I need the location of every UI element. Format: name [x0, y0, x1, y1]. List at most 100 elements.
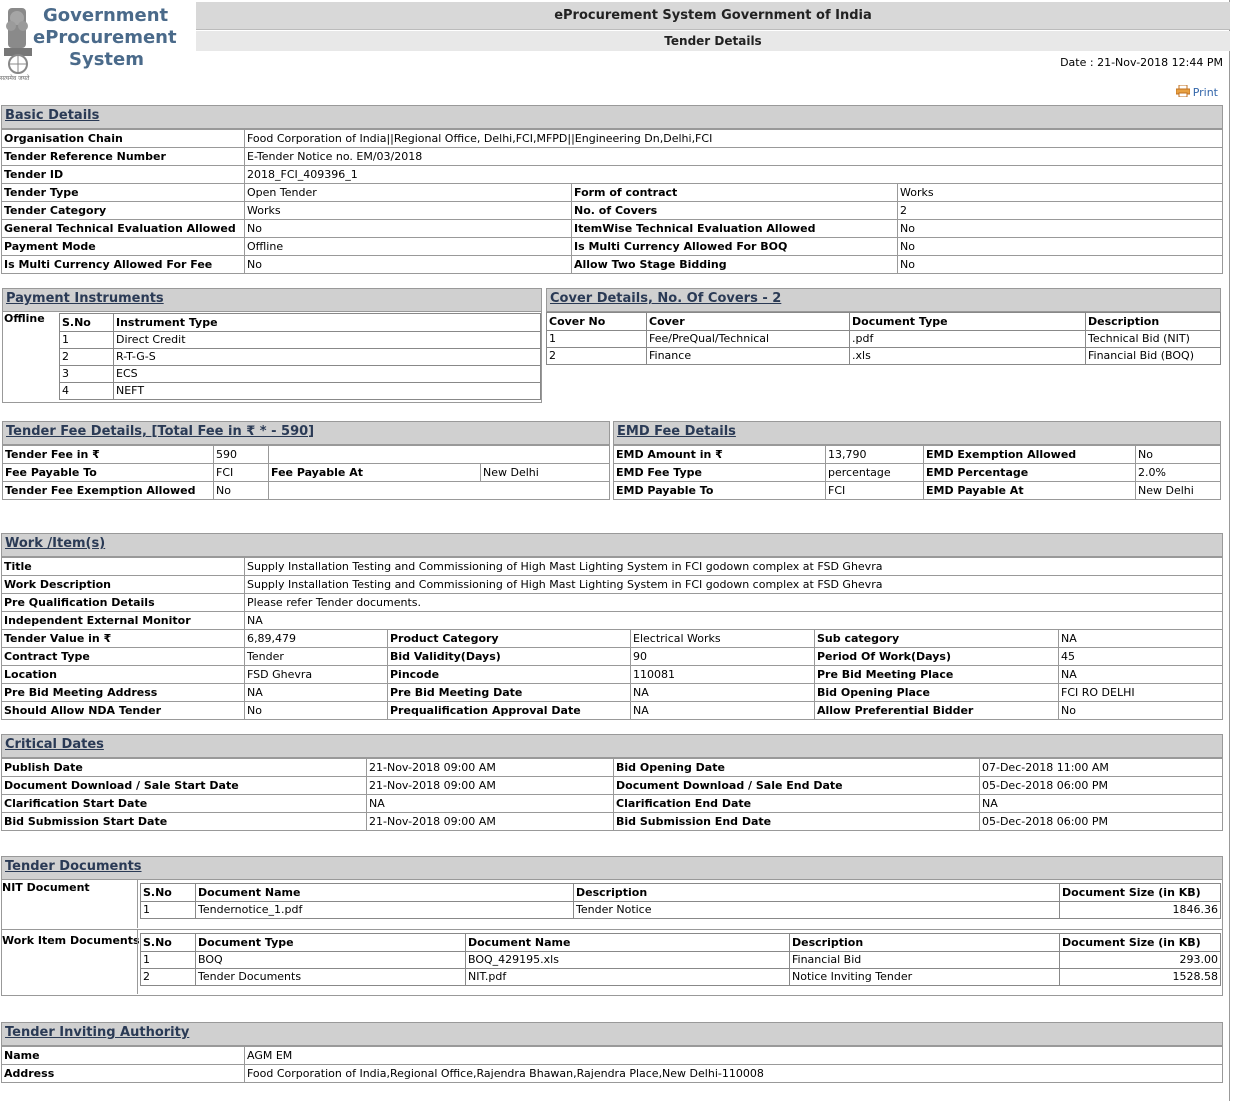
field-label: Pre Bid Meeting Place: [814, 665, 1059, 684]
table-row: Document Download / Sale Start Date 21-No…: [1, 776, 1223, 795]
table-row: 1 BOQ BOQ_429195.xls Financial Bid 293.00: [140, 951, 1221, 969]
field-label: Form of contract: [571, 183, 898, 202]
field-value: 07-Dec-2018 11:00 AM: [979, 758, 1223, 777]
field-value: NA: [630, 701, 815, 720]
field-value: No: [244, 701, 388, 720]
field-value: 21-Nov-2018 09:00 AM: [366, 812, 614, 831]
field-value: 590: [213, 445, 269, 464]
cover-details-section: Cover Details, No. Of Covers - 2 Cover N…: [546, 288, 1221, 365]
field-value: No: [244, 255, 572, 274]
nit-document-label: NIT Document: [2, 881, 90, 894]
field-label: Tender Fee in ₹: [2, 445, 214, 464]
critical-dates-table: Publish Date 21-Nov-2018 09:00 AM Bid Open…: [1, 758, 1223, 831]
column-header: Description: [789, 933, 1060, 952]
field-label: EMD Payable At: [923, 481, 1136, 500]
cell: Technical Bid (NIT): [1085, 330, 1221, 348]
field-label: Pre Bid Meeting Address: [1, 683, 245, 702]
work-item-document-table: S.No Document Type Document Name Descriptio…: [140, 933, 1221, 986]
cell: R-T-G-S: [113, 348, 541, 366]
cell: 2: [546, 347, 647, 365]
section-title-emd-fee: EMD Fee Details: [613, 421, 1221, 445]
field-value: 6,89,479: [244, 629, 388, 648]
print-button[interactable]: Print: [1175, 84, 1218, 100]
cell: Financial Bid: [789, 951, 1060, 969]
work-item-documents-block: Work Item Documents S.No Document Type Doc…: [1, 929, 1223, 996]
document-link[interactable]: Tendernotice_1.pdf: [195, 901, 574, 919]
field-label: Document Download / Sale End Date: [613, 776, 980, 795]
section-title-work-items: Work /Item(s): [1, 533, 1223, 557]
table-header-row: S.No Document Name Description Document Siz…: [140, 883, 1221, 902]
nit-document-table: S.No Document Name Description Document Siz…: [140, 883, 1221, 919]
instrument-table: S.No Instrument Type 1 Direct Credit 2 R-T-…: [59, 313, 541, 400]
tender-inviting-authority-section: Tender Inviting Authority Name AGM EM Add…: [1, 1022, 1223, 1083]
field-label: EMD Percentage: [923, 463, 1136, 482]
field-value: 05-Dec-2018 06:00 PM: [979, 812, 1223, 831]
column-header: Document Name: [195, 883, 574, 902]
column-header: S.No: [140, 933, 196, 952]
field-label: Publish Date: [1, 758, 367, 777]
empty-cell: [268, 481, 610, 500]
column-header: S.No: [59, 313, 114, 332]
field-label: Sub category: [814, 629, 1059, 648]
section-title-cover-details: Cover Details, No. Of Covers - 2: [546, 288, 1221, 312]
field-label: Payment Mode: [1, 237, 245, 256]
table-row: 2 R-T-G-S: [59, 348, 541, 366]
cell: Tender Notice: [573, 901, 1060, 919]
page-header-subtitle: Tender Details: [196, 31, 1230, 51]
section-title-payment-instruments: Payment Instruments: [3, 289, 541, 312]
emd-fee-table: EMD Amount in ₹13,790 EMD Exemption Allow…: [613, 445, 1221, 500]
table-row: 4 NEFT: [59, 382, 541, 400]
site-logo[interactable]: Government eProcurement System: [33, 5, 193, 71]
tender-documents-section: Tender Documents NIT Document S.No Docume…: [1, 856, 1223, 996]
table-row: Tender Fee in ₹590: [2, 445, 610, 464]
field-label: Pincode: [387, 665, 631, 684]
table-row: Location FSD Ghevra Pincode 110081 Pre Bid M…: [1, 665, 1223, 684]
field-value: 13,790: [825, 445, 924, 464]
field-label: General Technical Evaluation Allowed: [1, 219, 245, 238]
table-row: Independent External Monitor NA: [1, 611, 1223, 630]
field-label: Title: [1, 557, 245, 576]
field-value: NA: [244, 611, 1223, 630]
cell: 1: [59, 331, 114, 349]
field-value: FCI: [213, 463, 269, 482]
field-value: Please refer Tender documents.: [244, 593, 1223, 612]
table-row: Publish Date 21-Nov-2018 09:00 AM Bid Open…: [1, 758, 1223, 777]
cell: Finance: [646, 347, 850, 365]
logo-line-2: eProcurement: [33, 27, 177, 48]
emblem-caption: सत्यमेव जयते: [0, 75, 30, 82]
cell: BOQ: [195, 951, 466, 969]
basic-details-table: Organisation Chain Food Corporation of In…: [1, 129, 1223, 274]
cell: 1: [140, 901, 196, 919]
field-value: No: [897, 255, 1223, 274]
cell: 1846.36: [1059, 901, 1221, 919]
column-header: Document Type: [849, 312, 1086, 331]
field-value: 45: [1058, 647, 1223, 666]
field-label: EMD Exemption Allowed: [923, 445, 1136, 464]
basic-details-section: Basic Details Organisation Chain Food Cor…: [1, 105, 1223, 274]
field-label: Clarification Start Date: [1, 794, 367, 813]
field-label: Tender Category: [1, 201, 245, 220]
field-value: Offline: [244, 237, 572, 256]
document-link[interactable]: NIT.pdf: [465, 968, 790, 986]
table-row: 1 Tendernotice_1.pdf Tender Notice 1846.36: [140, 901, 1221, 919]
field-value: Supply Installation Testing and Commissi…: [244, 575, 1223, 594]
field-label: Tender Reference Number: [1, 147, 245, 166]
document-link[interactable]: BOQ_429195.xls: [465, 951, 790, 969]
field-label: EMD Fee Type: [613, 463, 826, 482]
section-title-critical-dates: Critical Dates: [1, 734, 1223, 758]
section-title-tender-documents: Tender Documents: [1, 856, 1223, 880]
nit-document-block: NIT Document S.No Document Name Descriptio…: [1, 880, 1223, 930]
table-row: Fee Payable To FCI Fee Payable At New Delhi: [2, 463, 610, 482]
cell: 1: [546, 330, 647, 348]
authority-table: Name AGM EM Address Food Corporation of In…: [1, 1046, 1223, 1083]
section-title-basic-details: Basic Details: [1, 105, 1223, 129]
table-row: Name AGM EM: [1, 1046, 1223, 1065]
field-label: Contract Type: [1, 647, 245, 666]
current-date: Date : 21-Nov-2018 12:44 PM: [1060, 56, 1223, 69]
field-value: Food Corporation of India,Regional Offic…: [244, 1064, 1223, 1083]
national-emblem-icon: सत्यमेव जयते: [0, 4, 36, 82]
field-label: Document Download / Sale Start Date: [1, 776, 367, 795]
printer-icon: [1175, 84, 1191, 100]
logo-line-3: System: [69, 49, 144, 70]
table-row: Tender Value in ₹6,89,479 Product Categor…: [1, 629, 1223, 648]
